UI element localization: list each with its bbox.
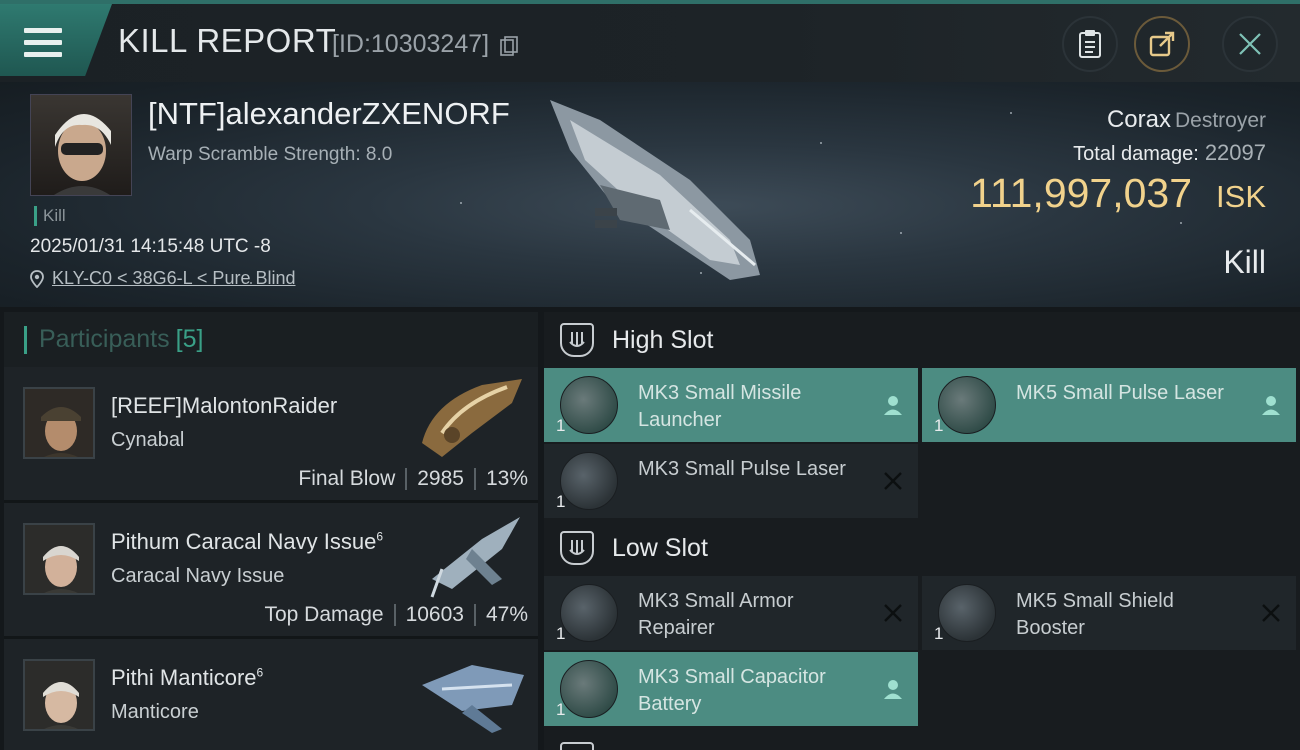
- module-name: MK3 Small Armor Repairer: [638, 590, 794, 639]
- avatar: [23, 387, 95, 459]
- dropped-icon: [1262, 396, 1280, 415]
- ship-class: Destroyer: [1174, 109, 1266, 132]
- participant-percent: 47%: [485, 603, 528, 626]
- participants-panel: Participants [5] [REEF]MalontonRaider Cy…: [4, 312, 538, 750]
- participant-row[interactable]: Pithi Manticore6 Manticore: [4, 639, 538, 750]
- participant-damage: 10603: [405, 603, 464, 626]
- high-slot-icon: [560, 323, 594, 357]
- dropped-icon: [884, 680, 902, 699]
- participant-ship: Cynabal: [111, 429, 185, 451]
- high-slot-header: High Slot: [544, 312, 1300, 368]
- participant-role: Top Damage: [264, 603, 384, 626]
- empty-slot: [922, 444, 1296, 518]
- module-qty: 1: [934, 624, 944, 643]
- ship-image: [550, 100, 760, 280]
- participant-ship: Manticore: [111, 701, 199, 723]
- participant-percent: 13%: [485, 467, 528, 490]
- capacitor-battery-icon: [560, 660, 618, 718]
- module-qty: 1: [556, 416, 566, 435]
- participant-damage: 2985: [417, 467, 464, 490]
- participant-ship-image: [430, 517, 520, 598]
- mid-slot-header-partial: [560, 738, 760, 750]
- destroyed-icon: [884, 604, 902, 622]
- module-qty: 1: [556, 624, 566, 643]
- victim-avatar[interactable]: [30, 94, 132, 196]
- kill-result: Kill: [1223, 244, 1266, 280]
- participant-ship-image: [422, 379, 522, 457]
- share-button[interactable]: [1134, 16, 1190, 72]
- avatar: [23, 523, 95, 595]
- clipboard-icon: [1079, 30, 1101, 58]
- module-item[interactable]: 1 MK3 Small Armor Repairer: [544, 576, 918, 650]
- kill-header: [NTF]alexanderZXENORF Warp Scramble Stre…: [0, 82, 1300, 307]
- module-item[interactable]: 1 MK5 Small Pulse Laser: [922, 368, 1296, 442]
- participant-row[interactable]: Pithum Caracal Navy Issue6 Caracal Navy …: [4, 503, 538, 639]
- module-name: MK3 Small Capacitor Battery: [638, 666, 826, 715]
- share-icon: [1149, 31, 1175, 57]
- empty-slot: [922, 652, 1296, 726]
- destroyed-icon: [1262, 604, 1280, 622]
- participant-stats: Top Damage 10603 47%: [264, 603, 528, 627]
- module-item[interactable]: 1 MK3 Small Missile Launcher: [544, 368, 918, 442]
- participant-ship-image: [422, 665, 524, 733]
- module-item[interactable]: 1 MK5 Small Shield Booster: [922, 576, 1296, 650]
- location-row: KLY-C0 < 38G6-L < Pure Blind: [30, 268, 295, 289]
- location-pin-icon: [30, 269, 44, 288]
- participant-name: Pithi Manticore6: [111, 665, 264, 690]
- missile-launcher-icon: [560, 376, 618, 434]
- module-qty: 1: [556, 492, 566, 511]
- participant-name: Pithum Caracal Navy Issue6: [111, 529, 384, 554]
- isk-value: 111,997,037 ISK: [970, 170, 1266, 216]
- participants-header: Participants [5]: [4, 312, 538, 367]
- module-name: MK3 Small Pulse Laser: [638, 458, 846, 480]
- kill-tag: Kill: [34, 206, 66, 226]
- module-item[interactable]: 1 MK3 Small Pulse Laser: [544, 444, 918, 518]
- participant-row[interactable]: [REEF]MalontonRaider Cynabal Final Blow …: [4, 367, 538, 503]
- clipboard-button[interactable]: [1062, 16, 1118, 72]
- module-item[interactable]: 1 MK3 Small Capacitor Battery: [544, 652, 918, 726]
- kill-datetime: 2025/01/31 14:15:48 UTC -8: [30, 236, 271, 257]
- copy-icon[interactable]: [500, 36, 518, 56]
- participant-ship: Caracal Navy Issue: [111, 565, 285, 587]
- participant-stats: Final Blow 2985 13%: [298, 467, 528, 491]
- warp-scramble-strength: Warp Scramble Strength: 8.0: [148, 144, 393, 165]
- low-slot-icon: [560, 531, 594, 565]
- participant-name: [REEF]MalontonRaider: [111, 393, 338, 418]
- avatar: [23, 659, 95, 731]
- page-title: KILL REPORT: [118, 22, 337, 59]
- participants-count: [5]: [175, 325, 204, 353]
- hamburger-icon: [24, 28, 62, 58]
- report-id: [ID:10303247]: [332, 30, 490, 58]
- pulse-laser-icon: [560, 452, 618, 510]
- victim-name[interactable]: [NTF]alexanderZXENORF: [148, 96, 510, 132]
- participant-role: Final Blow: [298, 467, 396, 490]
- fitting-panel: High Slot 1 MK3 Small Missile Launcher 1…: [544, 312, 1300, 750]
- armor-repairer-icon: [560, 584, 618, 642]
- total-damage: Total damage: 22097: [1073, 140, 1266, 165]
- pulse-laser-icon: [938, 376, 996, 434]
- menu-button[interactable]: [0, 4, 112, 76]
- shield-booster-icon: [938, 584, 996, 642]
- location-link[interactable]: KLY-C0 < 38G6-L < Pure Blind: [52, 268, 295, 289]
- close-button[interactable]: [1222, 16, 1278, 72]
- module-name: MK5 Small Pulse Laser: [1016, 382, 1224, 404]
- ship-name[interactable]: Corax Destroyer: [1107, 106, 1266, 134]
- top-bar: KILL REPORT [ID:10303247]: [0, 0, 1300, 82]
- module-qty: 1: [934, 416, 944, 435]
- low-slot-header: Low Slot: [544, 520, 1300, 576]
- module-qty: 1: [556, 700, 566, 719]
- destroyed-icon: [884, 472, 902, 490]
- dropped-icon: [884, 396, 902, 415]
- module-name: MK5 Small Shield Booster: [1016, 590, 1174, 639]
- close-icon: [1239, 33, 1261, 55]
- module-name: MK3 Small Missile Launcher: [638, 382, 802, 431]
